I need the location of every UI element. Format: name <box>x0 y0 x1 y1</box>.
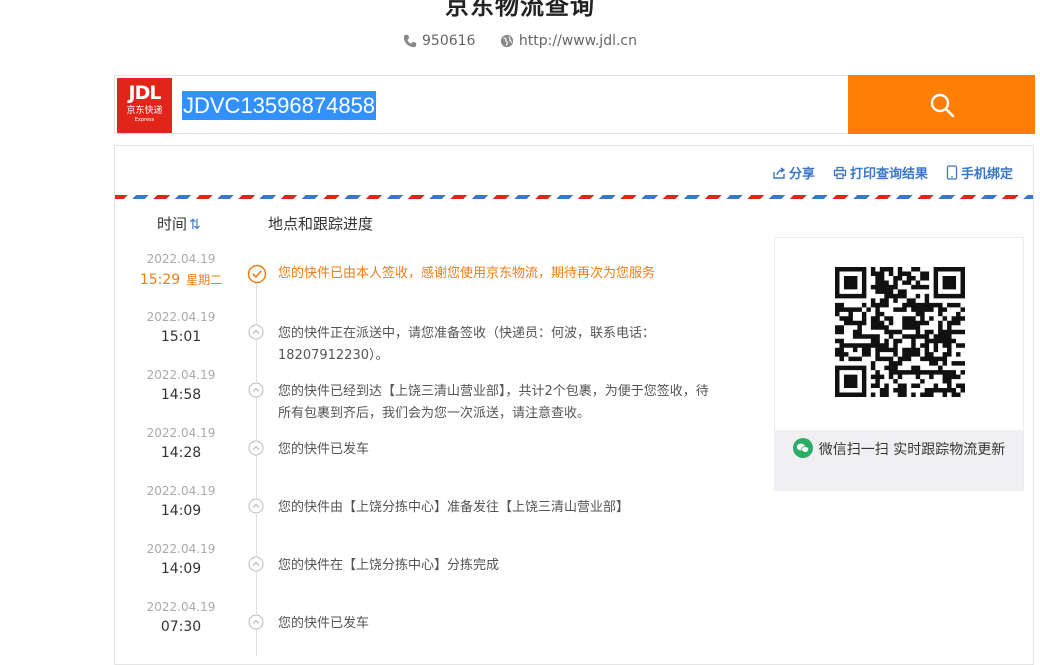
entry-date: 2022.04.19 <box>146 542 216 556</box>
entry-time: 15:01 <box>160 329 202 345</box>
entry-date: 2022.04.19 <box>146 252 216 266</box>
delivered-check-icon <box>247 264 267 284</box>
result-actions: 分享 打印查询结果 手机绑定 <box>772 163 1013 182</box>
entry-time: 14:09 <box>160 561 202 577</box>
share-button[interactable]: 分享 <box>772 163 815 182</box>
entry-message: 您的快件已由本人签收，感谢您使用京东物流，期待再次为您服务 <box>278 266 656 281</box>
bind-phone-label: 手机绑定 <box>960 167 1013 182</box>
bind-phone-button[interactable]: 手机绑定 <box>946 163 1013 182</box>
tracking-number-selection: JDVC13596874858 <box>182 91 377 120</box>
share-icon <box>773 166 786 179</box>
entry-message: 您的快件在【上饶分拣中心】分拣完成 <box>278 558 500 573</box>
airmail-divider <box>115 195 1033 199</box>
tracking-result-panel: 分享 打印查询结果 手机绑定 时间 ⇅ 地点和跟踪进度 2022.04.19 15… <box>114 145 1034 665</box>
phone-contact: 950616 <box>403 33 475 49</box>
website-contact[interactable]: http://www.jdl.cn <box>500 33 637 49</box>
qr-caption: 微信扫一扫 实时跟踪物流更新 <box>818 442 1006 458</box>
logo-sub-text: 京东快递 <box>126 106 163 116</box>
chevron-up-circle-icon <box>248 382 264 398</box>
entry-time: 14:58 <box>160 387 202 403</box>
search-bar: JDL 京东快递 Express JDVC13596874858 <box>114 75 1035 134</box>
share-label: 分享 <box>788 167 815 182</box>
entry-date: 2022.04.19 <box>146 426 216 440</box>
wechat-qr-panel: 微信扫一扫 实时跟踪物流更新 <box>774 237 1024 491</box>
entry-date: 2022.04.19 <box>146 484 216 498</box>
print-button[interactable]: 打印查询结果 <box>833 163 928 182</box>
time-column-header[interactable]: 时间 ⇅ <box>157 213 201 234</box>
entry-date: 2022.04.19 <box>146 310 216 324</box>
search-icon <box>930 93 954 117</box>
chevron-up-circle-icon <box>248 324 264 340</box>
print-label: 打印查询结果 <box>849 167 928 182</box>
entry-message: 您的快件已发车 <box>278 442 370 457</box>
progress-column-header: 地点和跟踪进度 <box>268 215 374 233</box>
jdl-express-logo: JDL 京东快递 Express <box>117 78 172 133</box>
entry-time: 07:30 <box>160 619 202 635</box>
qr-caption-box: 微信扫一扫 实时跟踪物流更新 <box>775 430 1023 490</box>
entry-date: 2022.04.19 <box>146 600 216 614</box>
wechat-icon <box>792 438 813 458</box>
page-title: 京东物流查询 <box>445 0 595 20</box>
entry-time: 14:09 <box>160 503 202 519</box>
globe-icon <box>500 34 514 48</box>
logo-main-text: JDL <box>128 82 162 104</box>
phone-icon <box>403 34 417 48</box>
entry-weekday: 星期二 <box>186 273 223 287</box>
printer-icon <box>833 166 847 179</box>
search-button[interactable] <box>848 75 1035 134</box>
entry-time: 14:28 <box>160 445 202 461</box>
chevron-up-circle-icon <box>248 440 264 456</box>
contact-row: 950616 http://www.jdl.cn <box>0 33 1040 52</box>
entry-date: 2022.04.19 <box>146 368 216 382</box>
logo-small-text: Express <box>134 117 155 123</box>
time-column-label: 时间 <box>157 215 188 233</box>
entry-message: 您的快件由【上饶分拣中心】准备发往【上饶三清山营业部】 <box>278 500 630 515</box>
entry-time-value: 15:29 <box>139 272 181 288</box>
entry-time: 15:29 星期二 <box>135 271 227 288</box>
chevron-up-circle-icon <box>248 556 264 572</box>
entry-message: 您的快件已经到达【上饶三清山营业部】，共计2个包裹，为便于您签收，待所有包裹到齐… <box>278 384 709 421</box>
chevron-up-circle-icon <box>248 498 264 514</box>
entry-message: 您的快件正在派送中，请您准备签收（快递员：何波，联系电话：18207912230… <box>278 326 656 363</box>
chevron-up-circle-icon <box>248 614 264 630</box>
website-link[interactable]: http://www.jdl.cn <box>519 33 637 49</box>
phone-number: 950616 <box>422 33 476 49</box>
sort-icon[interactable]: ⇅ <box>189 217 201 233</box>
qr-code <box>835 267 965 401</box>
mobile-phone-icon <box>946 165 958 180</box>
entry-message: 您的快件已发车 <box>278 616 370 631</box>
